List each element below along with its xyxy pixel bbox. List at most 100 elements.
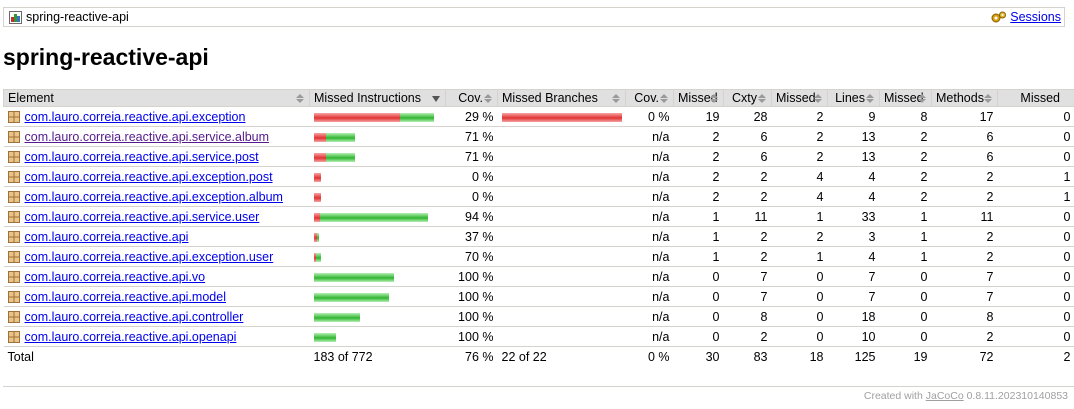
package-icon xyxy=(7,230,20,243)
package-cell: com.lauro.correia.reactive.api.service.a… xyxy=(3,126,310,147)
lines: 9 xyxy=(827,106,880,127)
missed-lines: 2 xyxy=(771,106,828,127)
header-missed-instructions[interactable]: Missed Instructions xyxy=(309,89,446,107)
package-link[interactable]: com.lauro.correia.reactive.api.exception… xyxy=(25,190,283,204)
package-entry: com.lauro.correia.reactive.api xyxy=(7,230,306,244)
complexity: 2 xyxy=(723,246,772,267)
sort-icon xyxy=(484,94,492,103)
missed-methods: 0 xyxy=(879,266,932,287)
covered-bar xyxy=(399,112,434,122)
header-label: Cov. xyxy=(458,91,483,105)
branches-coverage: n/a xyxy=(625,186,674,207)
instructions-coverage: 100 % xyxy=(445,266,498,287)
missed-lines: 0 xyxy=(771,306,828,327)
missed-instructions-bar xyxy=(309,166,446,187)
lines: 33 xyxy=(827,206,880,227)
header-missed-methods[interactable]: Missed xyxy=(879,89,932,107)
package-link[interactable]: com.lauro.correia.reactive.api.service.u… xyxy=(25,210,260,224)
missed-branches-bar xyxy=(497,266,626,287)
missed-classes: 0 xyxy=(997,306,1074,327)
header-label: Methods xyxy=(936,91,984,105)
complexity: 2 xyxy=(723,186,772,207)
package-link[interactable]: com.lauro.correia.reactive.api.exception xyxy=(25,110,246,124)
missed-classes: 0 xyxy=(997,126,1074,147)
total-missed-lines: 18 xyxy=(771,346,828,367)
lines: 13 xyxy=(827,126,880,147)
missed-instructions-bar xyxy=(309,226,446,247)
covered-bar xyxy=(313,312,360,322)
instructions-coverage: 0 % xyxy=(445,186,498,207)
missed-lines: 1 xyxy=(771,246,828,267)
package-link[interactable]: com.lauro.correia.reactive.api.exception… xyxy=(25,170,273,184)
complexity: 28 xyxy=(723,106,772,127)
header-element[interactable]: Element xyxy=(3,89,310,107)
sessions-link[interactable]: Sessions xyxy=(1010,10,1061,24)
header-label: Missed xyxy=(776,91,816,105)
methods: 2 xyxy=(931,226,998,247)
package-entry: com.lauro.correia.reactive.api.service.u… xyxy=(7,210,306,224)
package-entry: com.lauro.correia.reactive.api.exception xyxy=(7,110,306,124)
sort-icon xyxy=(296,94,304,103)
table-row: com.lauro.correia.reactive.api.service.p… xyxy=(3,146,1074,167)
header-missed-complexity[interactable]: Missed xyxy=(673,89,724,107)
covered-bar xyxy=(313,332,336,342)
missed-branches-bar xyxy=(497,126,626,147)
table-header-row: Element Missed Instructions Cov. Missed Bra… xyxy=(3,89,1074,107)
package-link[interactable]: com.lauro.correia.reactive.api.exception… xyxy=(25,250,274,264)
sessions[interactable]: Sessions xyxy=(991,10,1061,24)
instructions-coverage: 0 % xyxy=(445,166,498,187)
instructions-coverage: 94 % xyxy=(445,206,498,227)
package-cell: com.lauro.correia.reactive.api.exception… xyxy=(3,166,310,187)
total-missed-branches: 22 of 22 xyxy=(497,346,626,367)
covered-bar xyxy=(315,252,321,262)
package-icon xyxy=(7,190,20,203)
missed-classes: 1 xyxy=(997,166,1074,187)
instructions-coverage: 71 % xyxy=(445,126,498,147)
missed-branches-bar xyxy=(497,326,626,347)
missed-complexity: 0 xyxy=(673,306,724,327)
jacoco-link[interactable]: JaCoCo xyxy=(926,390,964,402)
package-link[interactable]: com.lauro.correia.reactive.api.service.p… xyxy=(25,150,259,164)
header-missed-lines[interactable]: Missed xyxy=(771,89,828,107)
package-cell: com.lauro.correia.reactive.api.exception… xyxy=(3,246,310,267)
missed-lines: 4 xyxy=(771,186,828,207)
missed-instructions-bar xyxy=(309,246,446,267)
header-instructions-coverage[interactable]: Cov. xyxy=(445,89,498,107)
package-cell: com.lauro.correia.reactive.api.model xyxy=(3,286,310,307)
package-link[interactable]: com.lauro.correia.reactive.api.service.a… xyxy=(25,130,270,144)
package-cell: com.lauro.correia.reactive.api.vo xyxy=(3,266,310,287)
missed-branches-bar xyxy=(497,246,626,267)
package-link[interactable]: com.lauro.correia.reactive.api.model xyxy=(25,290,226,304)
header-missed-branches[interactable]: Missed Branches xyxy=(497,89,626,107)
missed-branches-bar xyxy=(497,226,626,247)
complexity: 2 xyxy=(723,166,772,187)
package-link[interactable]: com.lauro.correia.reactive.api.vo xyxy=(25,270,206,284)
table-row: com.lauro.correia.reactive.api.exception… xyxy=(3,246,1074,267)
package-icon xyxy=(7,130,20,143)
package-link[interactable]: com.lauro.correia.reactive.api.openapi xyxy=(25,330,237,344)
package-link[interactable]: com.lauro.correia.reactive.api.controlle… xyxy=(25,310,244,324)
missed-branches-bar xyxy=(497,146,626,167)
package-icon xyxy=(7,270,20,283)
header-missed-classes[interactable]: Missed xyxy=(997,89,1074,107)
missed-bar xyxy=(313,192,321,202)
lines: 4 xyxy=(827,166,880,187)
header-branches-coverage[interactable]: Cov. xyxy=(625,89,674,107)
branches-coverage: n/a xyxy=(625,206,674,227)
package-entry: com.lauro.correia.reactive.api.exception… xyxy=(7,250,306,264)
header-methods[interactable]: Methods xyxy=(931,89,998,107)
methods: 6 xyxy=(931,146,998,167)
missed-instructions-bar xyxy=(309,146,446,167)
missed-complexity: 19 xyxy=(673,106,724,127)
header-complexity[interactable]: Cxty xyxy=(723,89,772,107)
missed-classes: 0 xyxy=(997,326,1074,347)
covered-bar xyxy=(319,212,428,222)
instructions-coverage: 100 % xyxy=(445,326,498,347)
table-total-row: Total 183 of 772 76 % 22 of 22 0 % 30 83 18 125 1… xyxy=(3,346,1074,367)
lines: 7 xyxy=(827,286,880,307)
package-link[interactable]: com.lauro.correia.reactive.api xyxy=(25,230,189,244)
missed-methods: 2 xyxy=(879,186,932,207)
header-lines[interactable]: Lines xyxy=(827,89,880,107)
missed-classes: 0 xyxy=(997,206,1074,227)
missed-methods: 2 xyxy=(879,146,932,167)
